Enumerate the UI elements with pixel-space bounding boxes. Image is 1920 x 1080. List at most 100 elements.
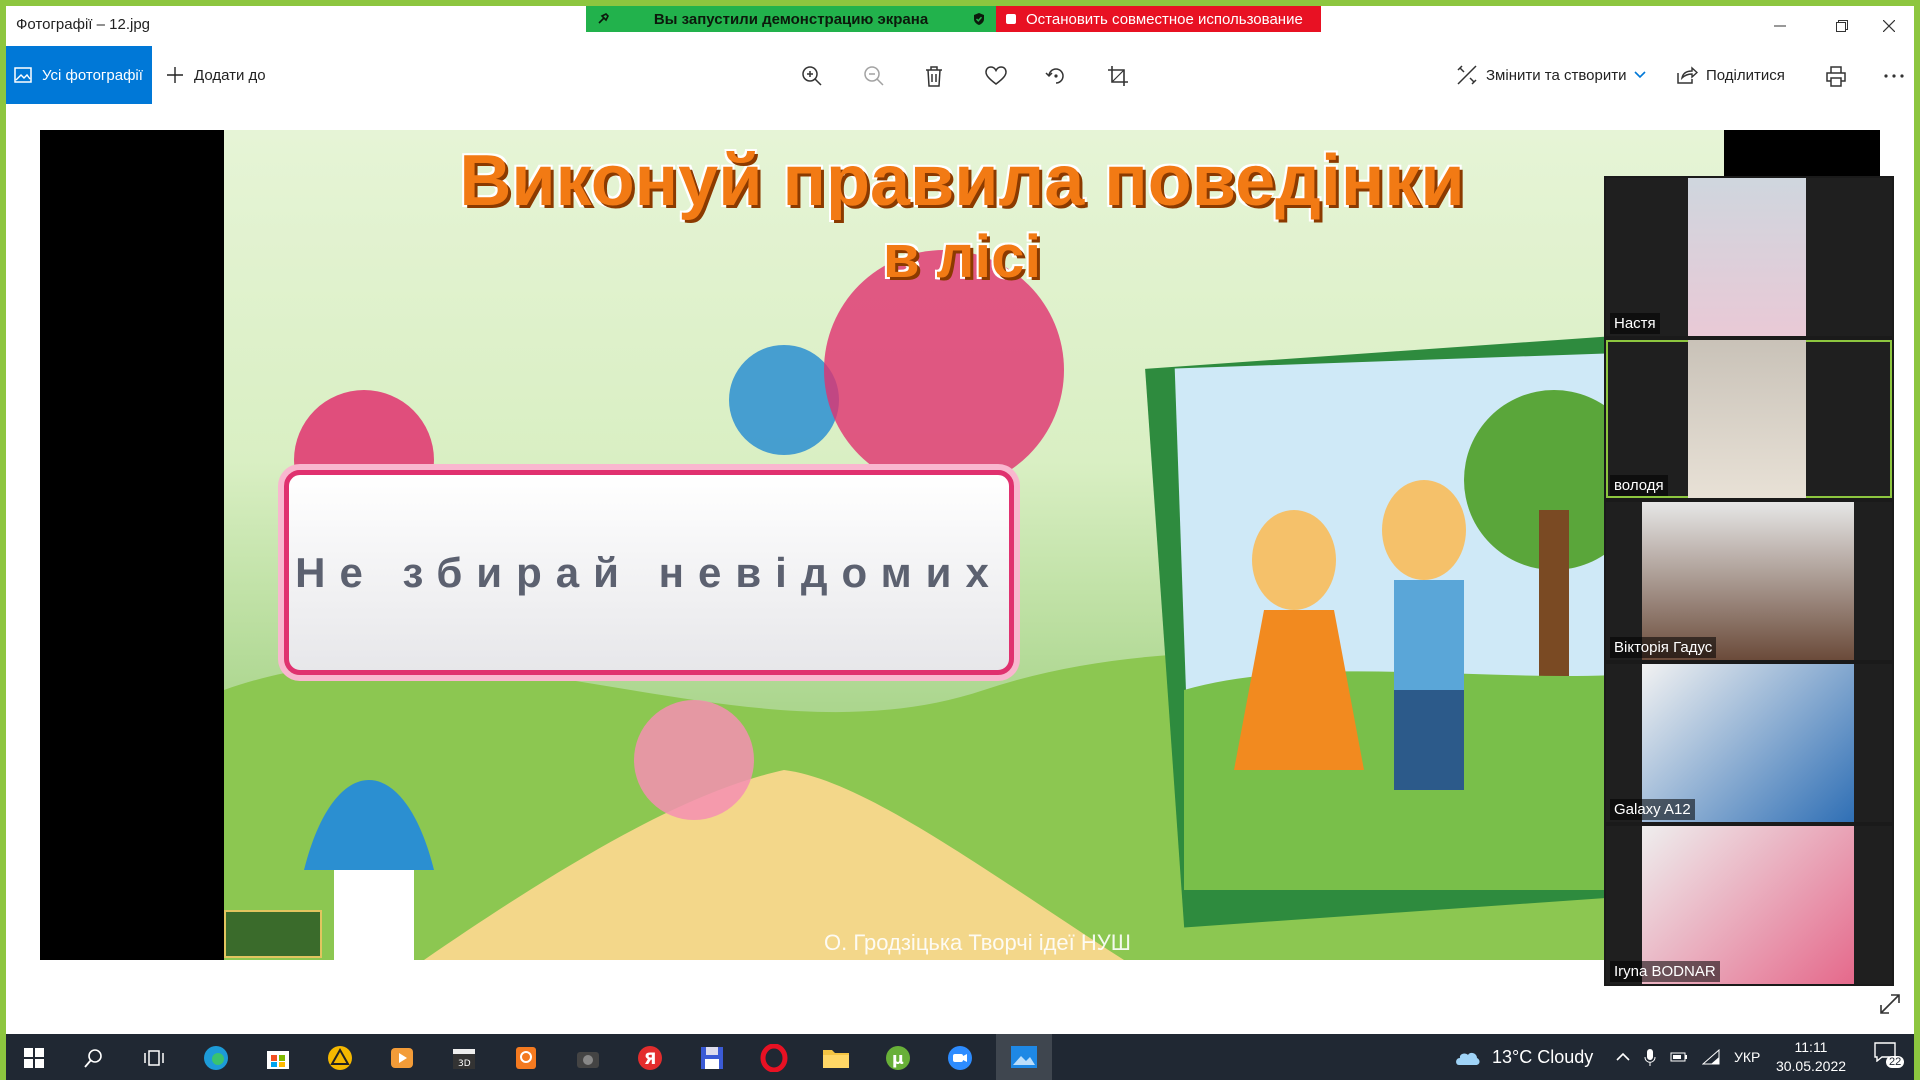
battery-icon[interactable] [1670,1051,1688,1063]
toolbar: Усі фотографії Додати до Змінити та ство… [6,46,1914,106]
stop-share-label: Остановить совместное использование [1026,10,1303,28]
title-bar: Фотографії – 12.jpg Вы запустили демонст… [6,6,1914,46]
participant-tile-active[interactable]: володя [1606,340,1892,498]
system-tray: УКР [1616,1034,1760,1080]
print-button[interactable] [1818,58,1854,94]
search-icon [84,1049,102,1068]
zoom-out-icon [864,66,884,86]
participant-name: Вікторія Гадус [1610,637,1717,658]
participant-name: Iryna BODNAR [1610,961,1720,982]
camera-icon [577,1052,599,1068]
share-button[interactable]: Поділитися [1676,46,1785,104]
play-icon [391,1048,413,1068]
language-indicator[interactable]: УКР [1734,1049,1760,1065]
delete-button[interactable] [916,58,952,94]
notification-count: 22 [1886,1056,1905,1068]
video-editor-app[interactable]: 3D [446,1040,482,1076]
edge-app[interactable] [198,1040,234,1076]
slide-credit: О. Гродзіцька Творчі ідеї НУШ [824,930,1131,955]
pdf-app[interactable] [508,1040,544,1076]
crop-button[interactable] [1100,58,1136,94]
pdf-icon [516,1047,536,1069]
edit-create-icon [1457,65,1477,85]
edit-create-button[interactable]: Змінити та створити [1456,46,1647,104]
zoom-in-button[interactable] [794,58,830,94]
file-explorer-app[interactable] [818,1040,854,1076]
participant-name: володя [1610,475,1668,496]
share-status-text: Вы запустили демонстрацию экрана [653,10,929,28]
participant-name: Настя [1610,313,1660,334]
windows-icon [24,1048,44,1068]
opera-app[interactable] [756,1040,792,1076]
pin-icon[interactable] [596,12,610,26]
share-status: Вы запустили демонстрацию экрана [586,6,996,32]
svg-text:Я: Я [644,1049,656,1068]
participant-tile[interactable]: Galaxy A12 [1606,664,1892,822]
window-title: Фотографії – 12.jpg [16,16,151,33]
start-button[interactable] [16,1040,52,1076]
store-app[interactable] [260,1040,296,1076]
minimize-button[interactable] [1750,6,1810,46]
svg-text:µ: µ [892,1049,904,1068]
share-label: Поділитися [1706,66,1785,84]
media-player-app[interactable] [384,1040,420,1076]
shield-icon [974,13,984,25]
photos-icon [1011,1046,1037,1068]
edit-create-label: Змінити та створити [1486,66,1627,84]
printer-icon [1826,66,1846,87]
stop-share-button[interactable]: Остановить совместное использование [996,6,1321,32]
all-photos-button[interactable]: Усі фотографії [6,46,152,104]
utorrent-app[interactable]: µ [880,1040,916,1076]
close-button[interactable] [1864,6,1914,46]
maximize-button[interactable] [1812,6,1872,46]
zoom-in-icon [802,66,822,86]
cloud-icon [1456,1052,1480,1065]
weather-widget[interactable]: 13°C Cloudy [1452,1034,1593,1080]
task-view-button[interactable] [136,1040,172,1076]
heart-icon [985,66,1007,85]
add-to-button[interactable]: Додати до [166,46,266,104]
slide-logo [224,910,322,958]
favorite-button[interactable] [978,58,1014,94]
clock[interactable]: 11:11 30.05.2022 [1766,1038,1856,1076]
edge-icon [204,1046,228,1070]
triangle-app-icon [328,1046,352,1070]
all-photos-label: Усі фотографії [42,66,143,84]
close-icon [1883,20,1895,32]
task-view-icon [144,1050,164,1066]
expand-button[interactable] [1878,992,1902,1021]
save-app[interactable] [694,1040,730,1076]
photo-icon [14,67,32,83]
slide-subtitle: в лісі [882,223,1042,290]
warning-app[interactable] [322,1040,358,1076]
notifications-button[interactable]: 22 [1874,1042,1905,1072]
svg-text:3D: 3D [458,1059,471,1069]
search-button[interactable] [76,1040,112,1076]
zoom-out-button[interactable] [856,58,892,94]
chevron-up-icon[interactable] [1616,1052,1630,1062]
chevron-down-icon [1634,71,1647,79]
minimize-icon [1774,25,1786,27]
expand-icon [1880,994,1900,1014]
microphone-icon[interactable] [1644,1048,1656,1066]
clock-time: 11:11 [1794,1039,1828,1055]
screen-share-banner: Вы запустили демонстрацию экрана Останов… [586,6,1321,32]
zoom-app[interactable] [942,1040,978,1076]
photos-app[interactable] [996,1034,1052,1080]
zoom-camera-icon [948,1046,972,1070]
yandex-app[interactable]: Я [632,1040,668,1076]
camera-app[interactable] [570,1040,606,1076]
taskbar: 3D Я µ 13°C Cloudy УКР 11:11 30.05.2022 [6,1034,1914,1080]
restore-icon [1836,20,1848,32]
more-options-button[interactable] [1876,58,1912,94]
participant-tile[interactable]: Iryna BODNAR [1606,826,1892,984]
folder-icon [823,1050,849,1068]
wifi-icon[interactable] [1702,1049,1720,1065]
participant-tile[interactable]: Настя [1606,178,1892,336]
stop-icon [1006,14,1016,24]
rotate-button[interactable] [1038,58,1074,94]
participant-tile[interactable]: Вікторія Гадус [1606,502,1892,660]
clapboard-icon: 3D [453,1049,475,1069]
slide-image: Виконуй правила поведінки в лісі Не збир… [224,130,1724,960]
slide-title: Виконуй правила поведінки [459,141,1465,221]
